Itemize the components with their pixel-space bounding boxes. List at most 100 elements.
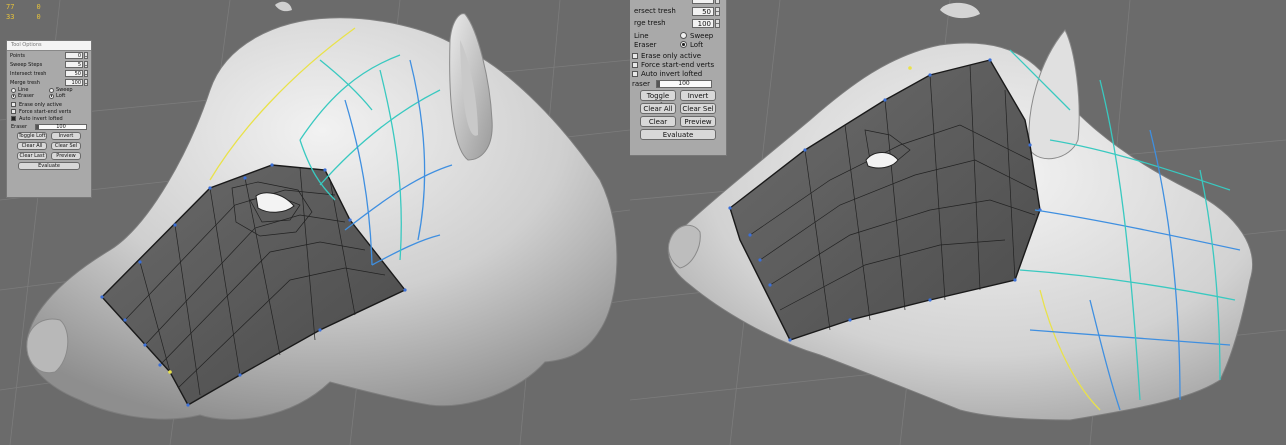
preview-button[interactable]: Preview: [51, 152, 81, 160]
radio-eraser[interactable]: Eraser: [11, 93, 49, 99]
vertex-yellow: [908, 66, 912, 70]
checkbox-indicator: [632, 70, 638, 77]
radio-indicator: [49, 87, 54, 93]
checkbox-force-start-end-verts[interactable]: Force start-end verts: [630, 60, 726, 69]
field-label: Intersect tresh: [10, 70, 47, 77]
radio-row: Eraser Loft: [630, 40, 726, 49]
toggle-loft-button[interactable]: Toggle Loft: [17, 132, 47, 140]
radio-label: Loft: [690, 40, 704, 49]
radio-indicator: [11, 93, 16, 99]
viewport-right[interactable]: [630, 0, 1286, 445]
field-label: ersect tresh: [634, 7, 676, 15]
button-row: Clear Last Preview: [7, 151, 91, 161]
intersect-tresh-input[interactable]: 50: [692, 6, 714, 16]
sweep-steps-input[interactable]: 5: [65, 61, 83, 68]
checkbox-erase-only-active[interactable]: Erase only active: [7, 101, 91, 108]
intersect-tresh-input[interactable]: 50: [65, 70, 83, 77]
field-label: rge tresh: [634, 19, 666, 27]
invert-button[interactable]: Invert: [51, 132, 81, 140]
field-row-merge-tresh: Merge tresh 100: [7, 78, 91, 87]
button-row: Toggle Loft Invert: [630, 89, 726, 110]
clear-sel-button[interactable]: Clear Sel: [680, 103, 716, 114]
panel-title: Tool Options: [7, 41, 91, 51]
checkbox-auto-invert-lofted[interactable]: Auto invert lofted: [630, 69, 726, 78]
clear-all-button[interactable]: Clear All: [17, 142, 47, 150]
field-row-intersect-tresh: ersect tresh 50: [630, 5, 726, 17]
eraser-slider-row: Eraser 100: [7, 122, 91, 131]
checkbox-auto-invert-lofted[interactable]: Auto invert lofted: [7, 115, 91, 122]
field-row-sweep-steps: Sweep Steps 5: [7, 60, 91, 69]
slider-knob[interactable]: [657, 80, 660, 87]
evaluate-button[interactable]: Evaluate: [18, 162, 80, 170]
field-control: [692, 0, 720, 4]
viewport-left[interactable]: 77 0 33 0: [0, 0, 630, 445]
slider-label: Eraser: [11, 123, 28, 130]
field-control: 0: [65, 52, 88, 59]
clear-all-button[interactable]: Clear All: [640, 103, 676, 114]
points-spinner[interactable]: [84, 52, 88, 59]
field-row-intersect-tresh: Intersect tresh 50: [7, 69, 91, 78]
checkbox-label: Erase only active: [19, 101, 62, 108]
checkbox-label: Erase only active: [641, 51, 702, 60]
merge-tresh-input[interactable]: 100: [65, 79, 83, 86]
radio-label: Sweep: [690, 31, 714, 40]
checkbox-indicator: [632, 52, 638, 59]
merge-tresh-spinner[interactable]: [84, 79, 88, 86]
clear-last-button[interactable]: Clear Last: [17, 152, 47, 160]
vertex-yellow: [168, 370, 172, 374]
radio-loft[interactable]: Loft: [49, 93, 87, 99]
checkbox-label: Auto invert lofted: [19, 115, 63, 122]
field-label: Sweep Steps: [10, 61, 43, 68]
merge-tresh-input[interactable]: 100: [692, 18, 714, 28]
field-control: 50: [692, 6, 720, 16]
field-label: Merge tresh: [10, 79, 40, 86]
eraser-slider-row: raser 100: [630, 78, 726, 89]
radio-row: Line Sweep: [630, 31, 726, 40]
clear-sel-button[interactable]: Clear Sel: [51, 142, 81, 150]
button-row: Evaluate: [630, 128, 726, 141]
merge-tresh-spinner[interactable]: [715, 18, 720, 28]
intersect-tresh-spinner[interactable]: [84, 70, 88, 77]
preview-button[interactable]: Preview: [680, 116, 716, 127]
tool-options-panel-zoomed: ersect tresh 50 rge tresh 100 Line Sweep: [630, 0, 727, 156]
checkbox-indicator: [11, 109, 16, 114]
radio-eraser[interactable]: Eraser: [634, 40, 680, 49]
invert-button[interactable]: Invert: [680, 90, 716, 101]
radio-label: Line: [634, 31, 649, 40]
stat-value: 33: [6, 13, 15, 21]
sweep-steps-spinner[interactable]: [715, 0, 720, 4]
checkbox-indicator: [11, 116, 16, 121]
field-control: 5: [65, 61, 88, 68]
eraser-slider[interactable]: 100: [656, 79, 712, 88]
field-row-points: Points 0: [7, 51, 91, 60]
button-row: Clear Last Preview: [630, 115, 726, 136]
radio-loft[interactable]: Loft: [680, 40, 726, 49]
evaluate-button[interactable]: Evaluate: [640, 129, 716, 140]
radio-indicator: [11, 87, 16, 93]
stats-overlay: 77 0 33 0: [6, 0, 41, 24]
intersect-tresh-spinner[interactable]: [715, 6, 720, 16]
points-input[interactable]: 0: [65, 52, 83, 59]
toggle-loft-button[interactable]: Toggle Loft: [640, 90, 676, 110]
nose-shape: [26, 318, 69, 374]
radio-label: Loft: [56, 93, 66, 99]
field-control: 50: [65, 70, 88, 77]
radio-line[interactable]: Line: [634, 31, 680, 40]
radio-indicator: [680, 32, 687, 39]
checkbox-force-start-end-verts[interactable]: Force start-end verts: [7, 108, 91, 115]
eraser-slider[interactable]: 100: [35, 123, 87, 130]
button-row: Toggle Loft Invert: [7, 131, 91, 141]
clear-last-button[interactable]: Clear Last: [640, 116, 676, 136]
checkbox-indicator: [632, 61, 638, 68]
slider-knob[interactable]: [36, 124, 39, 129]
checkbox-indicator: [11, 102, 16, 107]
stats-row: 33 0: [6, 10, 41, 24]
sweep-steps-input[interactable]: [692, 0, 714, 4]
field-label: Points: [10, 52, 26, 59]
sweep-steps-spinner[interactable]: [84, 61, 88, 68]
field-row-merge-tresh: rge tresh 100: [630, 17, 726, 29]
slider-value: 100: [56, 123, 66, 130]
checkbox-erase-only-active[interactable]: Erase only active: [630, 51, 726, 60]
radio-indicator: [49, 93, 54, 99]
radio-sweep[interactable]: Sweep: [680, 31, 726, 40]
